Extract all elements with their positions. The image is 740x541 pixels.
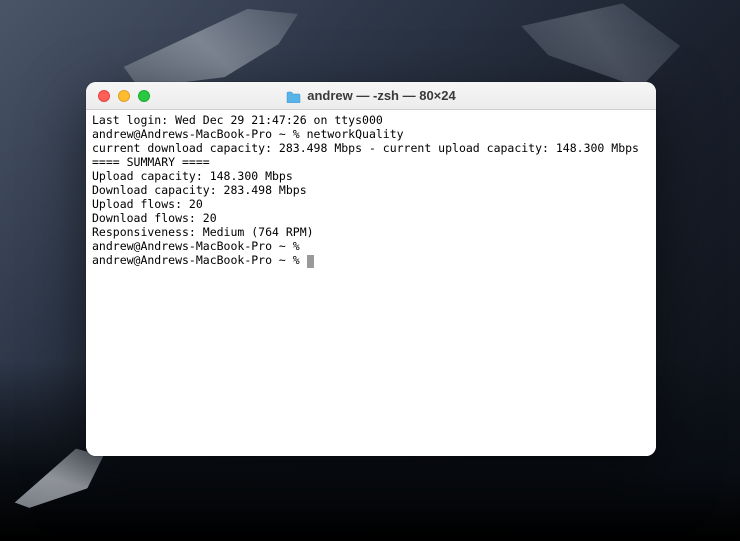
terminal-line: Upload capacity: 148.300 Mbps bbox=[92, 169, 650, 183]
window-title: andrew — -zsh — 80×24 bbox=[307, 88, 455, 103]
cursor bbox=[307, 255, 314, 268]
title-bar[interactable]: andrew — -zsh — 80×24 bbox=[86, 82, 656, 110]
wallpaper-ship bbox=[514, 0, 685, 93]
terminal-line: current download capacity: 283.498 Mbps … bbox=[92, 141, 650, 155]
terminal-line: ==== SUMMARY ==== bbox=[92, 155, 650, 169]
terminal-output[interactable]: Last login: Wed Dec 29 21:47:26 on ttys0… bbox=[86, 110, 656, 456]
title-content: andrew — -zsh — 80×24 bbox=[86, 88, 656, 103]
close-button[interactable] bbox=[98, 90, 110, 102]
traffic-lights bbox=[86, 90, 150, 102]
terminal-line: Download capacity: 283.498 Mbps bbox=[92, 183, 650, 197]
terminal-line: andrew@Andrews-MacBook-Pro ~ % networkQu… bbox=[92, 127, 650, 141]
terminal-line: Responsiveness: Medium (764 RPM) bbox=[92, 225, 650, 239]
terminal-prompt: andrew@Andrews-MacBook-Pro ~ % bbox=[92, 253, 307, 267]
maximize-button[interactable] bbox=[138, 90, 150, 102]
terminal-line: Last login: Wed Dec 29 21:47:26 on ttys0… bbox=[92, 113, 650, 127]
terminal-line: Download flows: 20 bbox=[92, 211, 650, 225]
minimize-button[interactable] bbox=[118, 90, 130, 102]
terminal-line: andrew@Andrews-MacBook-Pro ~ % bbox=[92, 239, 650, 253]
terminal-prompt-line: andrew@Andrews-MacBook-Pro ~ % bbox=[92, 253, 650, 267]
folder-icon bbox=[286, 90, 301, 102]
terminal-window: andrew — -zsh — 80×24 Last login: Wed De… bbox=[86, 82, 656, 456]
terminal-line: Upload flows: 20 bbox=[92, 197, 650, 211]
